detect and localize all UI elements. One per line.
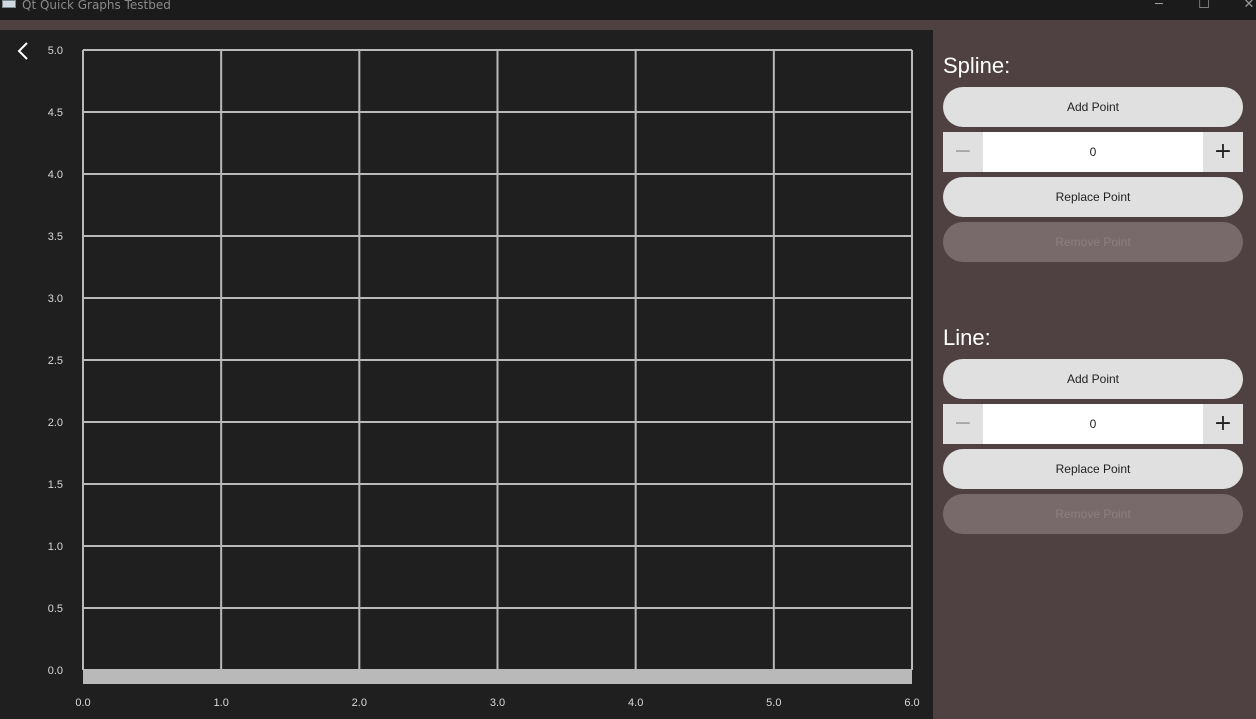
line-increment-button[interactable]: + <box>1203 404 1243 444</box>
chevron-left-icon <box>17 42 28 60</box>
close-window-button[interactable]: ✕ <box>1234 0 1256 12</box>
line-section-title: Line: <box>943 325 991 350</box>
controls-panel: Spline: Add Point − 0 + Replace Point Re… <box>933 30 1256 719</box>
line-replace-point-button[interactable]: Replace Point <box>943 449 1243 489</box>
y-tick-label: 1.0 <box>48 541 63 553</box>
app-icon <box>2 0 16 8</box>
y-tick-label: 2.5 <box>48 355 63 367</box>
y-tick-label: 4.5 <box>48 107 63 119</box>
graph-chart[interactable]: 0.0 0.5 1.0 1.5 2.0 2.5 3.0 3.5 4.0 4.5 5.0 0.0 1.0 2… <box>0 30 933 719</box>
x-tick-label: 3.0 <box>490 697 505 709</box>
y-tick-label: 3.0 <box>48 293 63 305</box>
window-top-strip <box>0 20 1256 30</box>
spline-index-spinbox[interactable]: − 0 + <box>943 132 1243 172</box>
x-tick-label: 6.0 <box>904 697 919 709</box>
graph-panel: 0.0 0.5 1.0 1.5 2.0 2.5 3.0 3.5 4.0 4.5 5.0 0.0 1.0 2… <box>0 30 933 719</box>
x-tick-label: 1.0 <box>214 697 229 709</box>
line-add-point-button[interactable]: Add Point <box>943 359 1243 399</box>
spline-index-value[interactable]: 0 <box>983 132 1203 172</box>
x-axis-band <box>83 670 912 684</box>
x-tick-label: 4.0 <box>628 697 643 709</box>
y-tick-label: 1.5 <box>48 479 63 491</box>
spline-increment-button[interactable]: + <box>1203 132 1243 172</box>
minus-icon: − <box>953 139 973 164</box>
spline-section-title: Spline: <box>943 53 1011 78</box>
y-tick-label: 3.5 <box>48 231 63 243</box>
plus-icon: + <box>1213 139 1233 164</box>
spline-remove-point-button: Remove Point <box>943 222 1243 262</box>
spline-add-point-button[interactable]: Add Point <box>943 87 1243 127</box>
spline-replace-point-button[interactable]: Replace Point <box>943 177 1243 217</box>
minimize-button[interactable]: ─ <box>1144 0 1174 12</box>
line-index-spinbox[interactable]: − 0 + <box>943 404 1243 444</box>
window-titlebar: Qt Quick Graphs Testbed ─ ☐ ✕ <box>0 0 1256 20</box>
window-title: Qt Quick Graphs Testbed <box>22 0 171 12</box>
back-button[interactable] <box>12 40 34 62</box>
line-remove-point-button: Remove Point <box>943 494 1243 534</box>
y-tick-label: 2.0 <box>48 417 63 429</box>
y-tick-label: 0.5 <box>48 603 63 615</box>
x-tick-label: 0.0 <box>75 697 90 709</box>
plus-icon: + <box>1213 411 1233 436</box>
line-index-value[interactable]: 0 <box>983 404 1203 444</box>
y-tick-label: 0.0 <box>48 665 63 677</box>
minus-icon: − <box>953 411 973 436</box>
maximize-button[interactable]: ☐ <box>1189 0 1219 12</box>
line-decrement-button[interactable]: − <box>943 404 983 444</box>
x-tick-label: 5.0 <box>766 697 781 709</box>
x-tick-label: 2.0 <box>352 697 367 709</box>
spline-decrement-button[interactable]: − <box>943 132 983 172</box>
y-tick-label: 4.0 <box>48 169 63 181</box>
y-tick-label: 5.0 <box>48 45 63 57</box>
